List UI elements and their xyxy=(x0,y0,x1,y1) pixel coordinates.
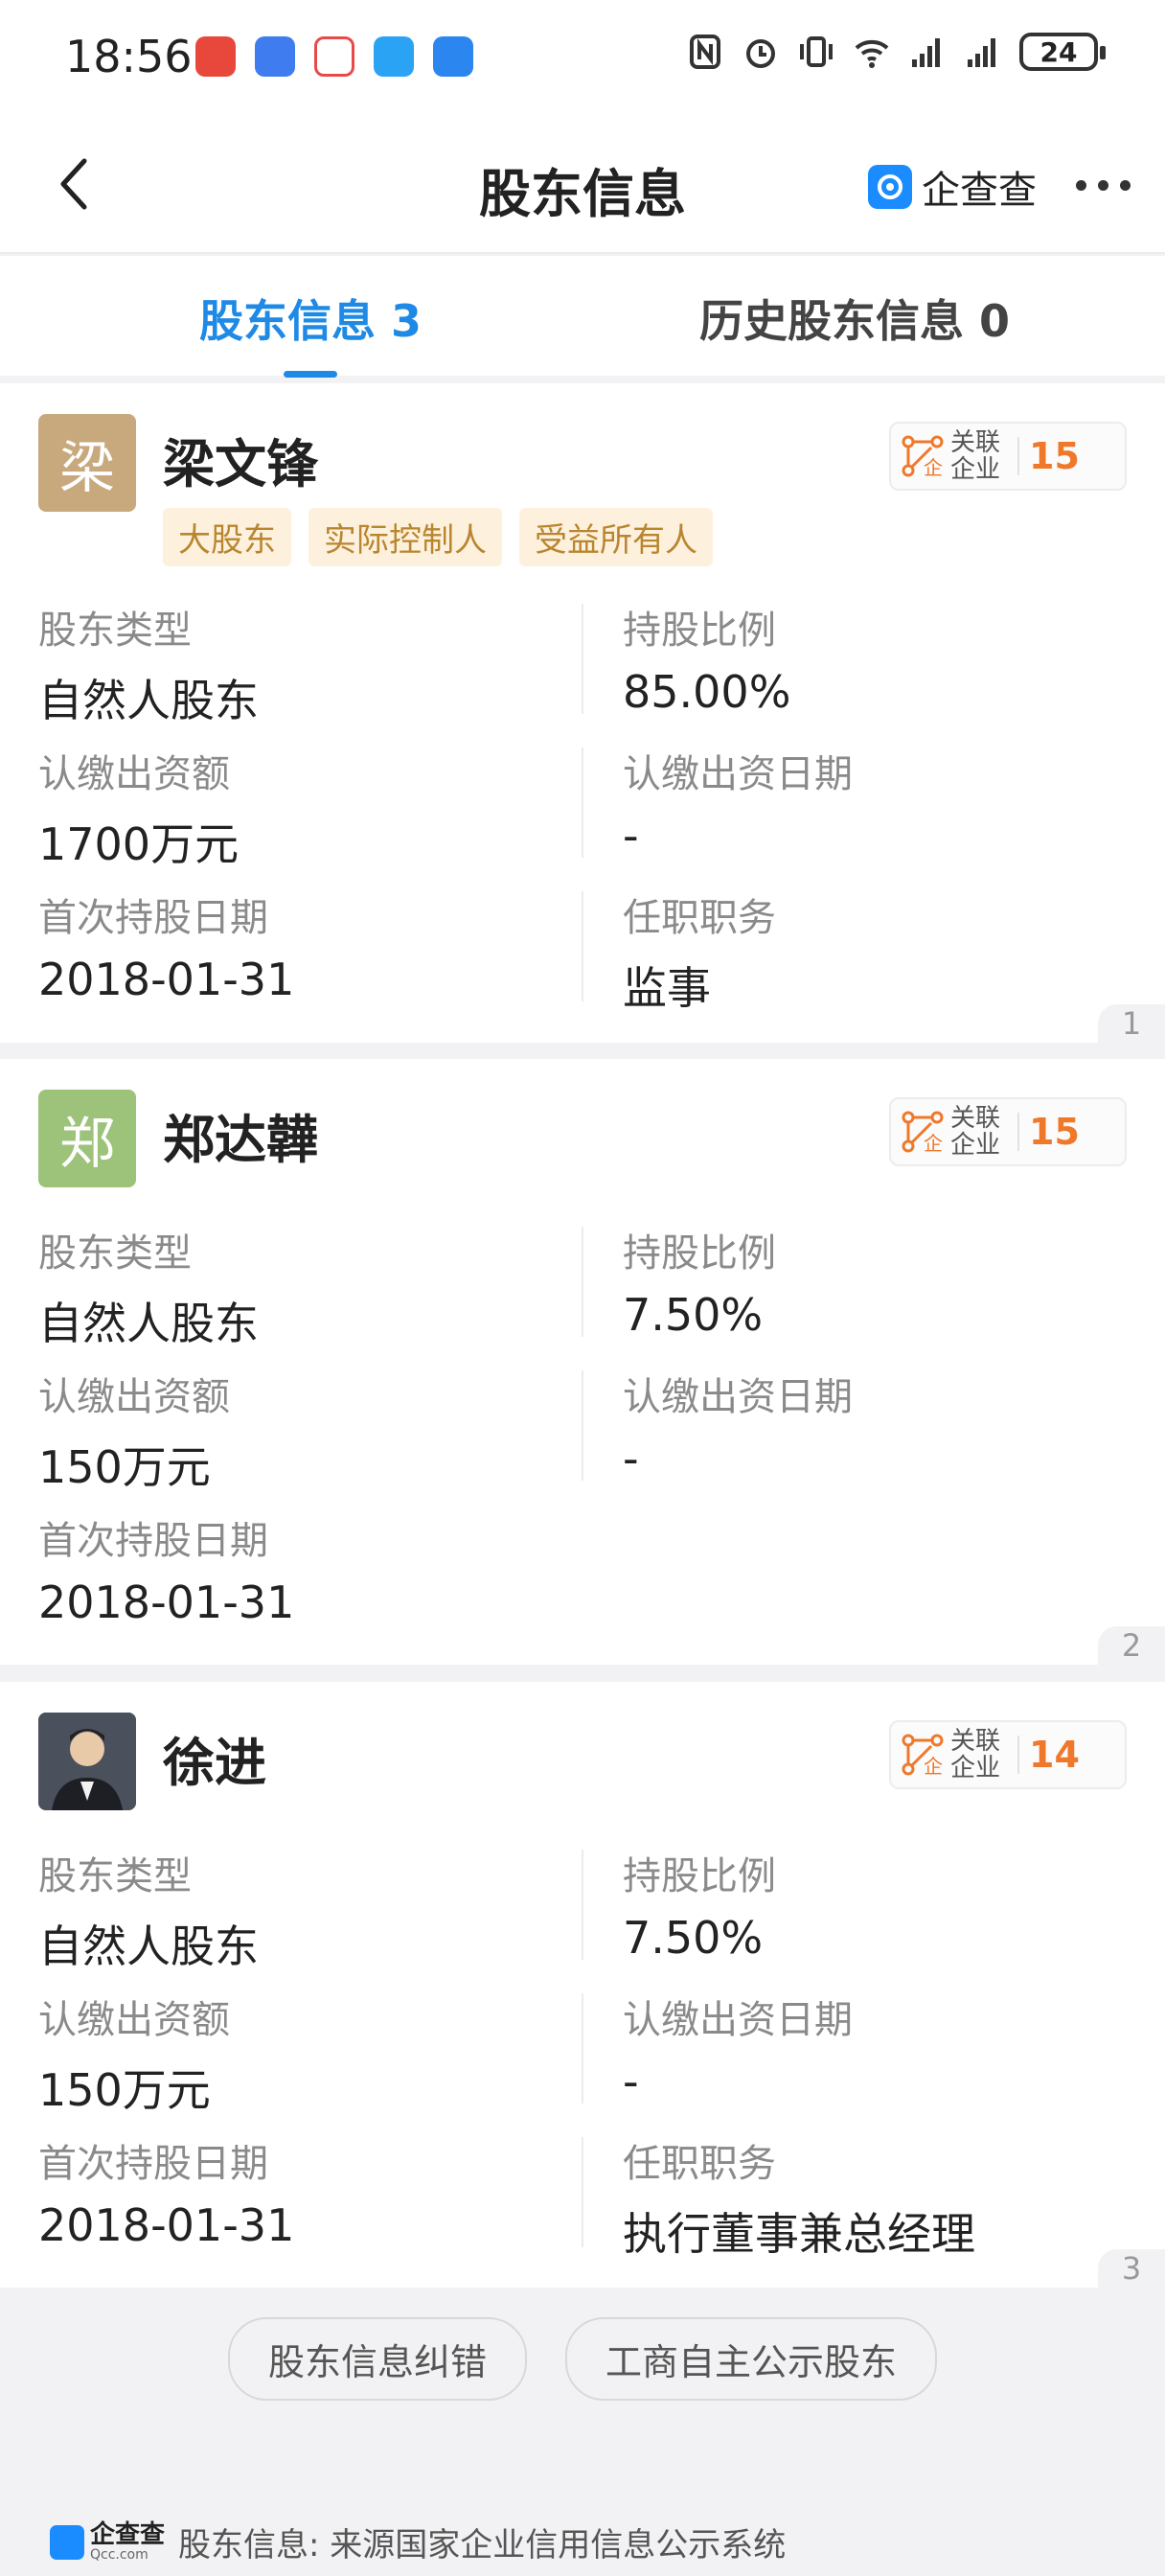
tab-shareholders[interactable]: 股东信息 3 xyxy=(0,287,621,350)
field-amount: 认缴出资额 150万元 xyxy=(38,1998,230,2116)
footer-logo: 企查查 Qcc.com xyxy=(50,2522,165,2563)
qcc-logo-icon xyxy=(50,2524,84,2560)
field-subscribe-date: 认缴出资日期 - xyxy=(623,1375,853,1484)
svg-text:企: 企 xyxy=(924,456,943,478)
field-ratio: 持股比例 85.00% xyxy=(623,609,791,718)
related-companies-button[interactable]: 企 关联 企业 14 xyxy=(889,1720,1127,1789)
related-label: 关联 企业 xyxy=(950,428,1001,484)
field-amount: 认缴出资额 1700万元 xyxy=(38,752,240,870)
self-disclosure-button[interactable]: 工商自主公示股东 xyxy=(565,2317,938,2401)
status-bar: 18:56 24 xyxy=(0,0,1165,115)
tag-list: 大股东 实际控制人 受益所有人 xyxy=(163,508,713,566)
action-buttons: 股东信息纠错 工商自主公示股东 xyxy=(0,2317,1165,2401)
weather-icon xyxy=(433,36,473,77)
card-index: 1 xyxy=(1098,1004,1165,1043)
field-position: 任职职务 监事 xyxy=(623,896,776,1014)
footer: 企查查 Qcc.com 股东信息: 来源国家企业信用信息公示系统 xyxy=(50,2518,786,2565)
related-label: 关联 企业 xyxy=(950,1727,1001,1782)
brand-name: 企查查 xyxy=(922,169,1037,213)
qcc-logo-icon xyxy=(868,165,912,209)
shareholder-name[interactable]: 郑达韡 xyxy=(163,1097,318,1173)
avatar-photo xyxy=(38,1713,136,1810)
avatar: 梁 xyxy=(38,414,136,512)
tab-history-shareholders[interactable]: 历史股东信息 0 xyxy=(621,287,1088,350)
related-count: 14 xyxy=(1029,1734,1080,1776)
shareholder-card[interactable]: 郑 郑达韡 企 关联 企业 15 股东类型 自然人股东 持股比例 7.50% 认缴… xyxy=(0,1059,1165,1665)
alarm-icon xyxy=(746,39,775,68)
related-label: 关联 企业 xyxy=(950,1104,1001,1160)
field-subscribe-date: 认缴出资日期 - xyxy=(623,752,853,862)
wifi-icon xyxy=(855,39,889,68)
relation-graph-icon: 企 xyxy=(902,435,944,478)
shareholder-name[interactable]: 徐进 xyxy=(163,1720,266,1796)
shareholder-name[interactable]: 梁文锋 xyxy=(163,422,318,497)
cloud-icon xyxy=(374,36,414,77)
notification-icons xyxy=(195,36,473,77)
more-icon[interactable] xyxy=(1076,180,1131,191)
calendar-icon xyxy=(314,36,354,77)
data-source-note: 股东信息: 来源国家企业信用信息公示系统 xyxy=(178,2526,787,2564)
tag-beneficial-owner: 受益所有人 xyxy=(519,508,713,566)
related-count: 15 xyxy=(1029,435,1080,477)
system-icons: 24 xyxy=(686,33,1106,71)
svg-text:企: 企 xyxy=(924,1755,943,1777)
related-companies-button[interactable]: 企 关联 企业 15 xyxy=(889,1097,1127,1166)
shareholder-card[interactable]: 徐进 企 关联 企业 14 股东类型 自然人股东 持股比例 7.50% 认缴出资额… xyxy=(0,1682,1165,2288)
nfc-icon xyxy=(690,34,720,69)
tab-bar: 股东信息 3 历史股东信息 0 xyxy=(0,256,1165,378)
signal-icon xyxy=(912,38,940,67)
card-index: 3 xyxy=(1098,2249,1165,2288)
related-companies-button[interactable]: 企 关联 企业 15 xyxy=(889,422,1127,491)
relation-graph-icon: 企 xyxy=(902,1734,944,1777)
tab-indicator xyxy=(284,371,337,378)
field-subscribe-date: 认缴出资日期 - xyxy=(623,1998,853,2107)
battery-indicator: 24 xyxy=(1019,33,1106,71)
tag-major-shareholder: 大股东 xyxy=(163,508,291,566)
field-ratio: 持股比例 7.50% xyxy=(623,1854,776,1964)
field-amount: 认缴出资额 150万元 xyxy=(38,1375,230,1493)
vibrate-icon xyxy=(800,36,833,67)
status-time: 18:56 xyxy=(65,31,193,82)
signal-icon xyxy=(968,38,995,67)
brand-logo: 企查查 xyxy=(868,159,1037,215)
card-index: 2 xyxy=(1098,1626,1165,1665)
shareholder-card[interactable]: 梁 梁文锋 大股东 实际控制人 受益所有人 企 关联 企业 15 股东类型 自然人… xyxy=(0,383,1165,1043)
browser-icon xyxy=(255,36,295,77)
field-first-date: 首次持股日期 2018-01-31 xyxy=(38,1519,295,1628)
field-type: 股东类型 自然人股东 xyxy=(38,1231,259,1349)
avatar: 郑 xyxy=(38,1090,136,1187)
nav-bar: 股东信息 企查查 xyxy=(0,115,1165,254)
field-type: 股东类型 自然人股东 xyxy=(38,609,259,726)
field-position: 任职职务 执行董事兼总经理 xyxy=(623,2142,975,2260)
relation-graph-icon: 企 xyxy=(902,1111,944,1154)
weibo-icon xyxy=(195,36,236,77)
field-first-date: 首次持股日期 2018-01-31 xyxy=(38,896,295,1005)
field-ratio: 持股比例 7.50% xyxy=(623,1231,776,1341)
correction-button[interactable]: 股东信息纠错 xyxy=(227,2317,527,2401)
svg-text:企: 企 xyxy=(924,1132,943,1154)
tag-actual-controller: 实际控制人 xyxy=(308,508,502,566)
field-first-date: 首次持股日期 2018-01-31 xyxy=(38,2142,295,2251)
field-type: 股东类型 自然人股东 xyxy=(38,1854,259,1972)
related-count: 15 xyxy=(1029,1111,1080,1153)
